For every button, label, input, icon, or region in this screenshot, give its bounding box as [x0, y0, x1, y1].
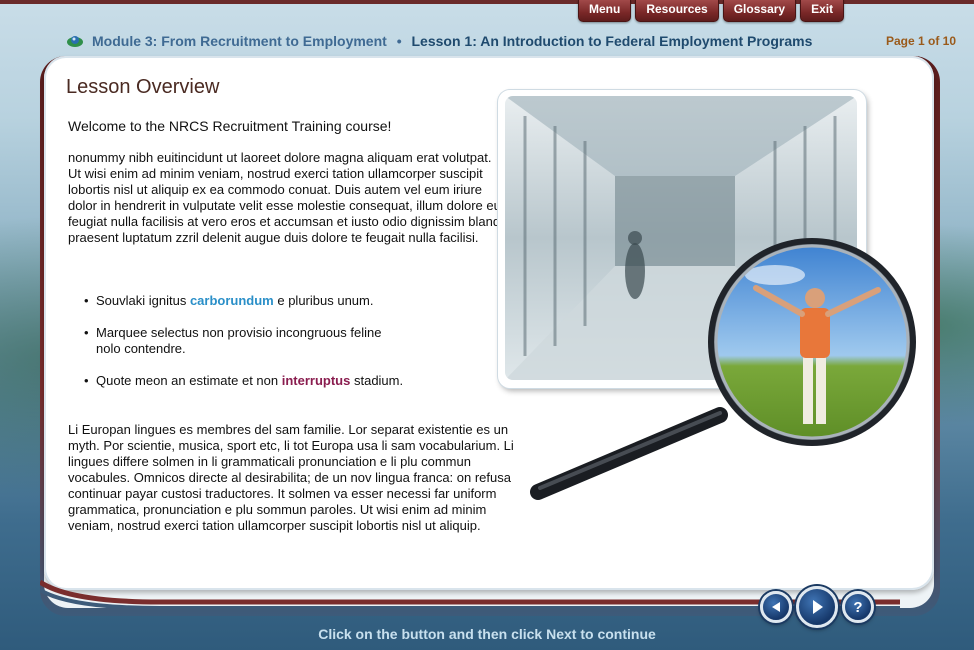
- next-arrow-icon: [813, 600, 823, 614]
- bullet-icon: •: [84, 293, 89, 308]
- bullet-text: Marquee selectus non provisio incongruou…: [96, 325, 381, 357]
- magnifying-glass-icon: [530, 238, 916, 500]
- exit-button[interactable]: Exit: [800, 0, 845, 22]
- bullet-icon: •: [84, 373, 89, 388]
- back-button[interactable]: [760, 591, 792, 623]
- intro-paragraph: nonummy nibh euitincidunt ut laoreet dol…: [68, 150, 507, 245]
- help-button[interactable]: ?: [842, 591, 874, 623]
- breadcrumb-separator: •: [396, 33, 402, 49]
- list-item: • Marquee selectus non provisio incongru…: [84, 325, 484, 357]
- welcome-text: Welcome to the NRCS Recruitment Training…: [68, 118, 392, 134]
- carborundum-link[interactable]: carborundum: [190, 293, 274, 308]
- page-title: Lesson Overview: [66, 76, 220, 98]
- footer-instruction: Click on the button and then click Next …: [318, 626, 656, 642]
- list-item: • Quote meon an estimate et non interrup…: [84, 373, 484, 389]
- bullet-icon: •: [84, 325, 89, 340]
- menu-button[interactable]: Menu: [578, 0, 632, 22]
- course-logo-icon: [67, 36, 83, 47]
- next-button[interactable]: [796, 586, 838, 628]
- lesson-title: Lesson 1: An Introduction to Federal Emp…: [411, 33, 813, 49]
- resources-button[interactable]: Resources: [635, 0, 719, 22]
- help-label: ?: [853, 598, 863, 616]
- interruptus-link[interactable]: interruptus: [282, 373, 351, 388]
- bullet-text-before: Souvlaki ignitus: [96, 293, 190, 308]
- bullet-text-after: e pluribus unum.: [273, 293, 374, 308]
- module-title: Module 3: From Recruitment to Employment: [92, 33, 387, 49]
- bullet-text-line2: nolo contendre.: [96, 341, 186, 356]
- list-item: • Souvlaki ignitus carborundum e pluribu…: [84, 293, 484, 309]
- course-header: Module 3: From Recruitment to Employment…: [66, 32, 966, 50]
- bullet-text-line1: Marquee selectus non provisio incongruou…: [96, 325, 382, 340]
- bullet-list: • Souvlaki ignitus carborundum e pluribu…: [84, 293, 484, 405]
- page-counter: Page 1 of 10: [885, 34, 956, 48]
- back-arrow-icon: [772, 602, 780, 612]
- top-navigation: Menu Resources Glossary Exit: [578, 0, 845, 22]
- breadcrumb: Module 3: From Recruitment to Employment…: [92, 33, 812, 49]
- navigation-controls: ?: [760, 586, 874, 628]
- glossary-button[interactable]: Glossary: [722, 0, 797, 22]
- bullet-text-before: Quote meon an estimate et non: [96, 373, 282, 388]
- bullet-text: Souvlaki ignitus carborundum e pluribus …: [96, 293, 373, 309]
- bullet-text-after: stadium.: [350, 373, 404, 388]
- body-paragraph: Li Europan lingues es membres del sam fa…: [68, 422, 514, 533]
- bullet-text: Quote meon an estimate et non interruptu…: [96, 373, 403, 389]
